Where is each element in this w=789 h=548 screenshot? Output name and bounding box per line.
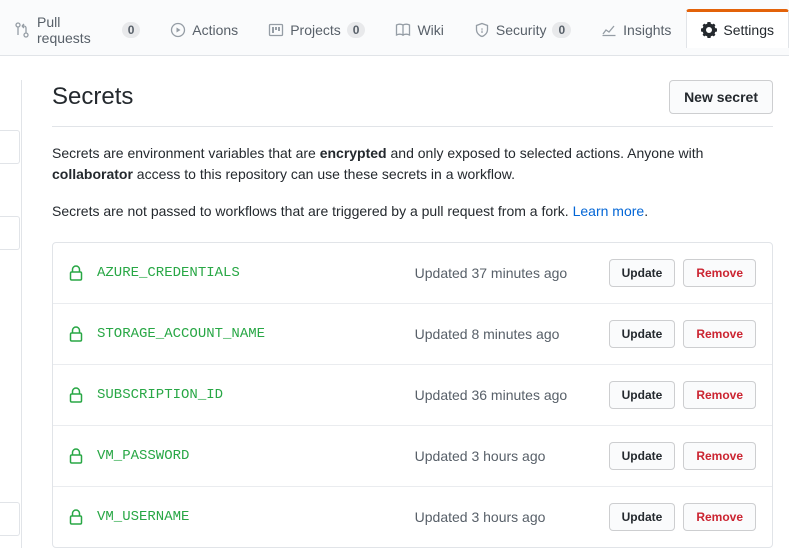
secret-updated: Updated 3 hours ago: [415, 448, 595, 464]
tab-label: Settings: [723, 22, 774, 38]
row-actions: UpdateRemove: [609, 320, 756, 348]
secret-name: VM_USERNAME: [97, 509, 401, 525]
remove-button[interactable]: Remove: [683, 381, 756, 409]
tab-pull-requests[interactable]: Pull requests 0: [0, 1, 155, 56]
repo-nav: Pull requests 0 Actions Projects 0 Wiki: [0, 0, 789, 56]
project-icon: [268, 22, 284, 38]
graph-icon: [601, 22, 617, 38]
tab-label: Projects: [290, 22, 341, 38]
learn-more-link[interactable]: Learn more: [573, 203, 645, 219]
tab-projects[interactable]: Projects 0: [253, 9, 380, 48]
secret-name: VM_PASSWORD: [97, 448, 401, 464]
secret-row: AZURE_CREDENTIALS Updated 37 minutes ago U…: [53, 243, 772, 304]
sidebar-item-stub[interactable]: [0, 130, 20, 164]
description-2: Secrets are not passed to workflows that…: [52, 201, 773, 222]
secret-row: SUBSCRIPTION_ID Updated 36 minutes ago Upd…: [53, 365, 772, 426]
secret-name: STORAGE_ACCOUNT_NAME: [97, 326, 401, 342]
book-icon: [395, 22, 411, 38]
remove-button[interactable]: Remove: [683, 503, 756, 531]
tab-label: Pull requests: [37, 14, 116, 46]
main-area: Secrets New secret Secrets are environme…: [0, 56, 789, 548]
lock-icon: [69, 509, 83, 525]
sidebar-item-stub[interactable]: [0, 216, 20, 250]
tab-label: Actions: [192, 22, 238, 38]
tab-security[interactable]: Security 0: [459, 9, 586, 48]
remove-button[interactable]: Remove: [683, 259, 756, 287]
secret-row: VM_USERNAME Updated 3 hours ago UpdateRemo…: [53, 487, 772, 547]
description-1: Secrets are environment variables that a…: [52, 143, 773, 185]
count-badge: 0: [122, 22, 141, 38]
secret-updated: Updated 36 minutes ago: [415, 387, 595, 403]
tab-list: Pull requests 0 Actions Projects 0 Wiki: [0, 0, 789, 55]
tab-label: Security: [496, 22, 547, 38]
tab-wiki[interactable]: Wiki: [380, 9, 458, 48]
secret-updated: Updated 3 hours ago: [415, 509, 595, 525]
tab-label: Wiki: [417, 22, 443, 38]
secret-row: VM_PASSWORD Updated 3 hours ago UpdateRemo…: [53, 426, 772, 487]
new-secret-button[interactable]: New secret: [669, 80, 773, 114]
lock-icon: [69, 326, 83, 342]
shield-icon: [474, 22, 490, 38]
secret-name: AZURE_CREDENTIALS: [97, 265, 401, 281]
update-button[interactable]: Update: [609, 442, 676, 470]
settings-sidebar: [0, 80, 22, 548]
secret-updated: Updated 8 minutes ago: [415, 326, 595, 342]
git-pull-request-icon: [15, 22, 31, 38]
page-header: Secrets New secret: [52, 80, 773, 127]
remove-button[interactable]: Remove: [683, 320, 756, 348]
tab-label: Insights: [623, 22, 671, 38]
update-button[interactable]: Update: [609, 381, 676, 409]
count-badge: 0: [347, 22, 366, 38]
secret-name: SUBSCRIPTION_ID: [97, 387, 401, 403]
row-actions: UpdateRemove: [609, 503, 756, 531]
lock-icon: [69, 265, 83, 281]
tab-settings[interactable]: Settings: [686, 9, 789, 48]
count-badge: 0: [552, 22, 571, 38]
lock-icon: [69, 448, 83, 464]
secret-row: STORAGE_ACCOUNT_NAME Updated 8 minutes ag…: [53, 304, 772, 365]
gear-icon: [701, 22, 717, 38]
update-button[interactable]: Update: [609, 259, 676, 287]
tab-insights[interactable]: Insights: [586, 9, 686, 48]
content: Secrets New secret Secrets are environme…: [22, 80, 789, 548]
play-icon: [170, 22, 186, 38]
sidebar-item-stub[interactable]: [0, 502, 20, 536]
update-button[interactable]: Update: [609, 503, 676, 531]
secrets-list: AZURE_CREDENTIALS Updated 37 minutes ago U…: [52, 242, 773, 548]
row-actions: UpdateRemove: [609, 259, 756, 287]
row-actions: UpdateRemove: [609, 381, 756, 409]
tab-actions[interactable]: Actions: [155, 9, 253, 48]
page-title: Secrets: [52, 83, 133, 111]
update-button[interactable]: Update: [609, 320, 676, 348]
lock-icon: [69, 387, 83, 403]
remove-button[interactable]: Remove: [683, 442, 756, 470]
secret-updated: Updated 37 minutes ago: [415, 265, 595, 281]
row-actions: UpdateRemove: [609, 442, 756, 470]
